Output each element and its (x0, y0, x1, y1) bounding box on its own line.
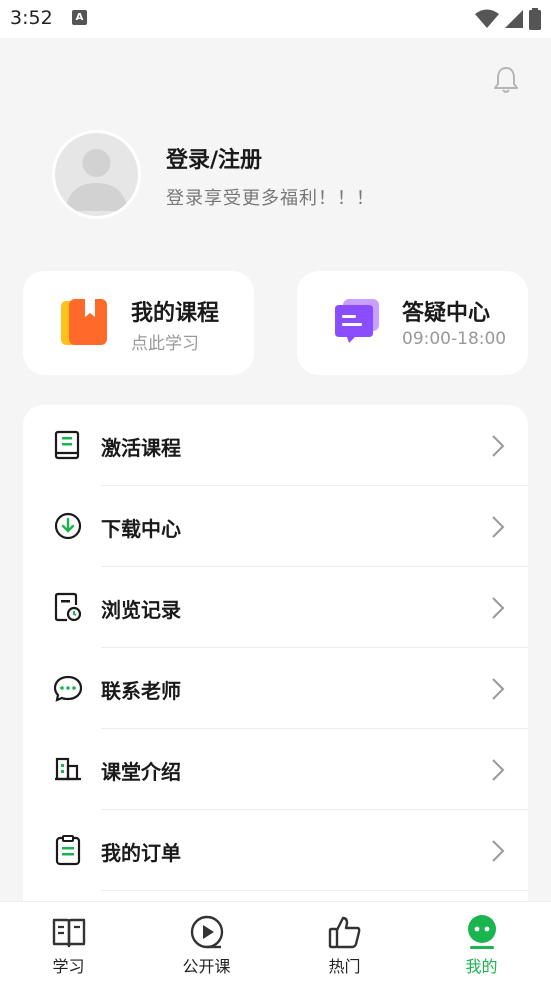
status-icons (475, 8, 541, 30)
thumbs-up-icon (328, 916, 360, 949)
history-icon (54, 592, 82, 622)
qa-center-card[interactable]: 答疑中心 09:00-18:00 (297, 271, 528, 375)
menu-item-download-center[interactable]: 下载中心 (23, 486, 528, 567)
qa-center-hours: 09:00-18:00 (402, 329, 507, 349)
status-bar: 3:52 A (0, 0, 551, 38)
download-icon (54, 512, 82, 540)
divider (101, 890, 528, 891)
my-courses-subtitle: 点此学习 (131, 334, 199, 354)
menu-item-class-intro[interactable]: 课堂介绍 (23, 729, 528, 810)
menu-label: 我的订单 (101, 841, 181, 865)
course-book-icon (61, 299, 107, 345)
login-register-link[interactable]: 登录/注册 (166, 142, 262, 174)
notification-bell-icon[interactable] (490, 64, 522, 96)
clipboard-icon (55, 835, 81, 866)
tab-label: 学习 (52, 957, 85, 976)
menu-list: 激活课程 下载中心 浏览记录 联系老师 课堂介绍 我的订单 (23, 405, 528, 925)
login-subtitle: 登录享受更多福利！！！ (166, 188, 375, 209)
play-icon (190, 915, 223, 949)
notification-badge-icon: A (72, 10, 87, 25)
menu-label: 浏览记录 (101, 598, 181, 622)
tab-popular[interactable]: 热门 (276, 902, 413, 981)
battery-icon (529, 8, 541, 30)
menu-label: 课堂介绍 (101, 760, 181, 784)
menu-label: 联系老师 (101, 679, 181, 703)
menu-item-browse-history[interactable]: 浏览记录 (23, 567, 528, 648)
open-book-icon (52, 918, 85, 948)
bottom-tab-bar: 学习 公开课 热门 我的 (0, 901, 551, 981)
tab-open-class[interactable]: 公开课 (138, 902, 275, 981)
tab-label: 热门 (328, 957, 361, 976)
chevron-right-icon (492, 516, 505, 538)
menu-label: 下载中心 (101, 517, 181, 541)
menu-item-contact-teacher[interactable]: 联系老师 (23, 648, 528, 729)
chevron-right-icon (492, 840, 505, 862)
signal-icon (505, 10, 523, 28)
menu-label: 激活课程 (101, 436, 181, 460)
building-icon (55, 757, 81, 781)
chevron-right-icon (492, 597, 505, 619)
chevron-right-icon (492, 759, 505, 781)
chat-bubble-icon (335, 299, 379, 343)
book-icon (54, 430, 80, 460)
message-icon (53, 675, 83, 702)
tab-study[interactable]: 学习 (0, 902, 137, 981)
tab-label: 公开课 (182, 957, 231, 976)
smiley-icon (467, 915, 496, 949)
tab-mine[interactable]: 我的 (413, 902, 550, 981)
default-user-icon (65, 149, 128, 211)
qa-center-title: 答疑中心 (402, 301, 491, 326)
tab-label: 我的 (465, 957, 498, 976)
menu-item-activate-course[interactable]: 激活课程 (23, 405, 528, 486)
status-time: 3:52 (10, 7, 53, 29)
my-courses-card[interactable]: 我的课程 点此学习 (23, 271, 254, 375)
wifi-icon (475, 9, 499, 28)
avatar[interactable] (52, 130, 141, 219)
my-courses-title: 我的课程 (131, 301, 220, 326)
chevron-right-icon (492, 435, 505, 457)
chevron-right-icon (492, 678, 505, 700)
menu-item-my-orders[interactable]: 我的订单 (23, 810, 528, 891)
